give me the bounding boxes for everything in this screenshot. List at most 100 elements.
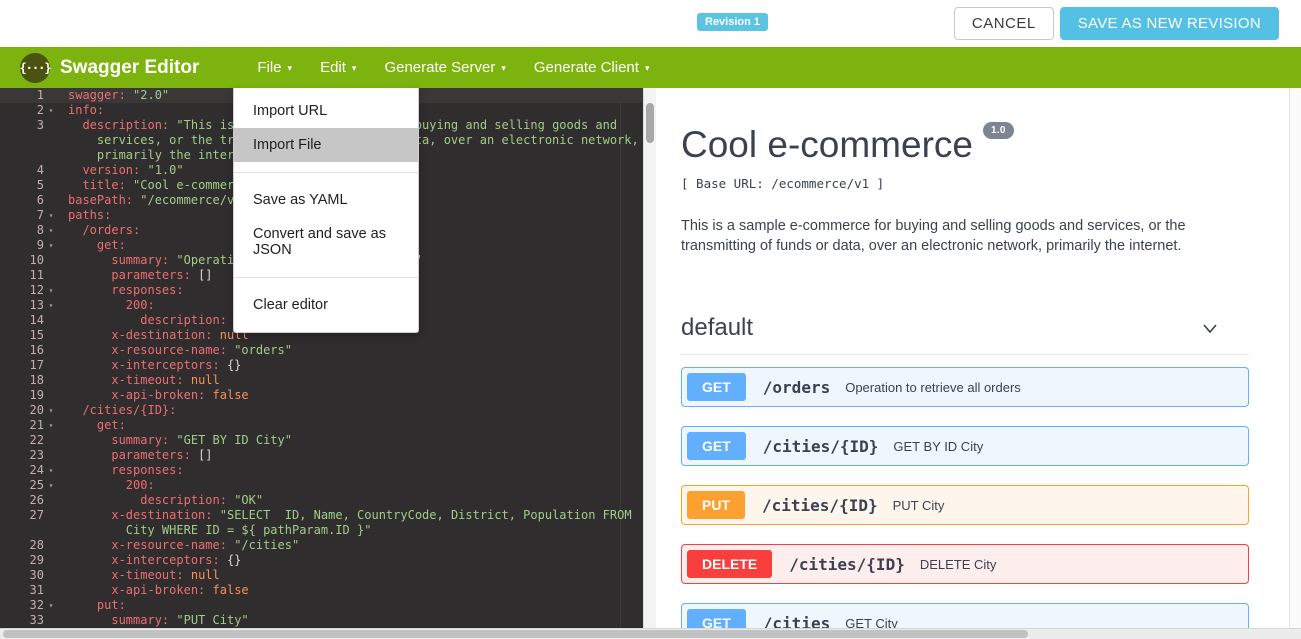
file-menu-item-convert-and-save-as-json[interactable]: Convert and save as JSON — [234, 217, 418, 267]
code-text: x-resource-name: "orders" — [68, 343, 292, 358]
fold-toggle-icon[interactable]: ▾ — [44, 298, 58, 313]
line-number: 32 — [0, 598, 44, 613]
fold-spacer — [44, 388, 58, 403]
method-badge: GET — [687, 373, 746, 401]
code-text: responses: — [68, 463, 184, 478]
line-number: 18 — [0, 373, 44, 388]
fold-toggle-icon[interactable]: ▾ — [44, 463, 58, 478]
line-number: 13 — [0, 298, 44, 313]
code-text: x-api-broken: false — [68, 388, 249, 403]
fold-toggle-icon[interactable]: ▾ — [44, 223, 58, 238]
preview-vertical-scrollbar[interactable] — [1289, 88, 1301, 628]
code-line: 18 x-timeout: null — [0, 373, 643, 388]
page-horizontal-scrollbar-thumb[interactable] — [3, 630, 1028, 638]
line-number: 16 — [0, 343, 44, 358]
operation-path: /cities — [763, 614, 830, 629]
fold-spacer — [44, 493, 58, 508]
line-number — [0, 133, 44, 148]
page-horizontal-scrollbar[interactable] — [0, 628, 1301, 639]
fold-spacer — [44, 268, 58, 283]
code-text: x-api-broken: false — [68, 583, 249, 598]
operation-row-delete-cities-id[interactable]: DELETE/cities/{ID}DELETE City — [681, 544, 1249, 584]
menu-generate-client[interactable]: Generate Client▾ — [520, 59, 664, 76]
line-number: 23 — [0, 448, 44, 463]
line-number: 25 — [0, 478, 44, 493]
fold-spacer — [44, 328, 58, 343]
fold-spacer — [44, 88, 58, 103]
code-line: 27 x-destination: "SELECT ID, Name, Coun… — [0, 508, 643, 523]
swagger-logo-icon: {···} — [20, 53, 50, 83]
line-number: 12 — [0, 283, 44, 298]
line-number — [0, 523, 44, 538]
code-line: 22 summary: "GET BY ID City" — [0, 433, 643, 448]
file-menu-item-import-file[interactable]: Import File — [234, 128, 418, 162]
line-number: 33 — [0, 613, 44, 628]
line-number: 31 — [0, 583, 44, 598]
line-number: 14 — [0, 313, 44, 328]
file-menu-item-clear-editor[interactable]: Clear editor — [234, 288, 418, 322]
fold-spacer — [44, 433, 58, 448]
line-number: 28 — [0, 538, 44, 553]
menu-edit[interactable]: Edit▾ — [306, 59, 370, 76]
line-number: 1 — [0, 88, 44, 103]
fold-toggle-icon[interactable]: ▾ — [44, 598, 58, 613]
tag-section-title: default — [681, 314, 753, 342]
operation-row-put-cities-id[interactable]: PUT/cities/{ID}PUT City — [681, 485, 1249, 525]
line-number: 29 — [0, 553, 44, 568]
editor-vertical-scrollbar[interactable] — [643, 88, 656, 628]
operation-row-get-cities-id[interactable]: GET/cities/{ID}GET BY ID City — [681, 426, 1249, 466]
api-version-badge: 1.0 — [983, 122, 1014, 139]
chevron-down-icon[interactable] — [1199, 317, 1221, 339]
editor-vertical-scrollbar-thumb[interactable] — [646, 103, 654, 143]
code-line: 32▾ put: — [0, 598, 643, 613]
operation-summary: DELETE City — [920, 557, 997, 572]
fold-spacer — [44, 553, 58, 568]
code-text: get: — [68, 238, 126, 253]
fold-spacer — [44, 358, 58, 373]
code-line: 28 x-resource-name: "/cities" — [0, 538, 643, 553]
file-menu-item-save-as-yaml[interactable]: Save as YAML — [234, 183, 418, 217]
swagger-ui-preview: Cool e-commerce1.0 [ Base URL: /ecommerc… — [656, 88, 1301, 628]
operation-path: /cities/{ID} — [762, 496, 878, 515]
brand: {···} Swagger Editor — [20, 53, 199, 83]
fold-toggle-icon[interactable]: ▾ — [44, 283, 58, 298]
fold-toggle-icon[interactable]: ▾ — [44, 238, 58, 253]
caret-down-icon: ▾ — [288, 63, 293, 73]
code-text: version: "1.0" — [68, 163, 184, 178]
fold-spacer — [44, 538, 58, 553]
code-text: x-destination: "SELECT ID, Name, Country… — [68, 508, 632, 523]
fold-toggle-icon[interactable]: ▾ — [44, 478, 58, 493]
save-as-new-revision-button[interactable]: SAVE AS NEW REVISION — [1060, 7, 1279, 40]
code-text: City WHERE ID = ${ pathParam.ID }" — [68, 523, 371, 538]
code-text: 200: — [68, 478, 155, 493]
code-text: /cities/{ID}: — [68, 403, 176, 418]
line-number — [0, 148, 44, 163]
code-text: responses: — [68, 283, 184, 298]
line-number: 11 — [0, 268, 44, 283]
code-text: x-timeout: null — [68, 568, 220, 583]
line-number: 2 — [0, 103, 44, 118]
fold-toggle-icon[interactable]: ▾ — [44, 418, 58, 433]
operation-row-get-orders[interactable]: GET/orders Operation to retrieve all orde… — [681, 367, 1249, 407]
code-line: 21▾ get: — [0, 418, 643, 433]
menu-generate-server[interactable]: Generate Server▾ — [370, 59, 519, 76]
menu-file[interactable]: File▾ — [243, 59, 306, 76]
tag-section-header-default[interactable]: default — [681, 314, 1249, 355]
fold-spacer — [44, 583, 58, 598]
operation-summary: Operation to retrieve all orders — [845, 380, 1021, 395]
file-menu-item-import-url[interactable]: Import URL — [234, 94, 418, 128]
line-number: 24 — [0, 463, 44, 478]
fold-toggle-icon[interactable]: ▾ — [44, 103, 58, 118]
fold-spacer — [44, 373, 58, 388]
operation-path: /orders — [763, 378, 830, 397]
file-menu-dropdown: Import URLImport File Save as YAMLConvert… — [233, 88, 419, 333]
cancel-button[interactable]: CANCEL — [954, 7, 1054, 40]
fold-toggle-icon[interactable]: ▾ — [44, 208, 58, 223]
code-text: x-interceptors: {} — [68, 553, 241, 568]
operation-row-get-cities[interactable]: GET/citiesGET City — [681, 603, 1249, 628]
fold-toggle-icon[interactable]: ▾ — [44, 403, 58, 418]
line-number: 27 — [0, 508, 44, 523]
code-text: info: — [68, 103, 104, 118]
line-number: 6 — [0, 193, 44, 208]
fold-spacer — [44, 508, 58, 523]
